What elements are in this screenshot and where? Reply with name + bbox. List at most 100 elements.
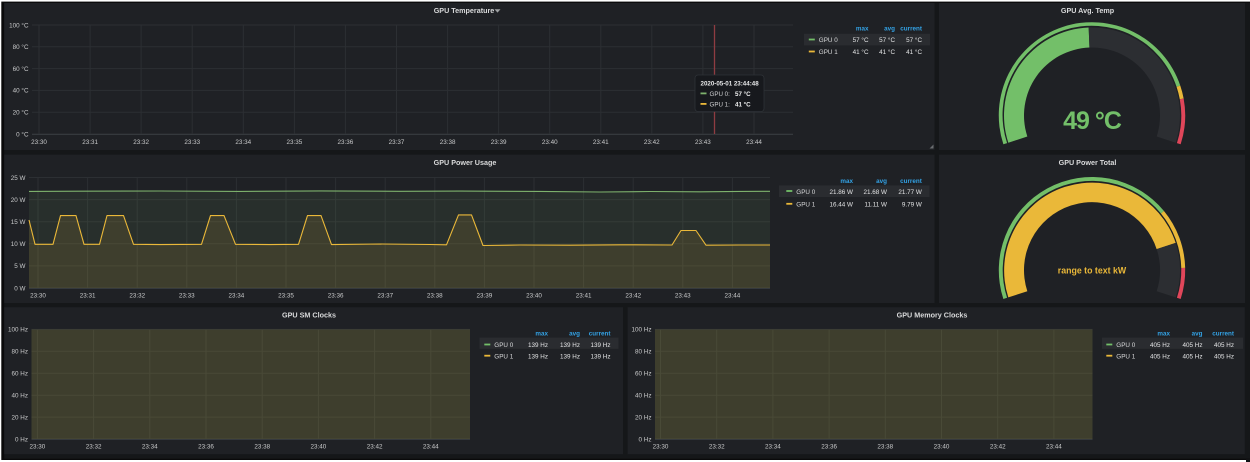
svg-text:23:42: 23:42	[990, 443, 1006, 450]
svg-text:max: max	[840, 178, 853, 185]
svg-text:23:39: 23:39	[491, 139, 507, 146]
svg-text:23:44: 23:44	[1046, 443, 1062, 450]
svg-text:60 Hz: 60 Hz	[12, 371, 28, 378]
svg-text:57 °C: 57 °C	[735, 91, 751, 98]
svg-text:GPU 1: GPU 1	[494, 353, 513, 360]
svg-text:avg: avg	[884, 25, 895, 32]
svg-text:23:36: 23:36	[821, 443, 837, 450]
svg-text:21.77 W: 21.77 W	[898, 189, 922, 196]
svg-text:139 Hz: 139 Hz	[591, 353, 611, 360]
svg-text:23:38: 23:38	[877, 443, 893, 450]
svg-text:23:42: 23:42	[644, 139, 660, 146]
svg-text:25 W: 25 W	[11, 175, 26, 182]
svg-text:max: max	[1157, 331, 1170, 338]
svg-text:avg: avg	[1192, 331, 1203, 338]
svg-text:139 Hz: 139 Hz	[591, 342, 611, 349]
svg-text:60 °C: 60 °C	[13, 65, 29, 73]
svg-text:GPU 0: GPU 0	[796, 189, 815, 196]
svg-text:405 Hz: 405 Hz	[1214, 342, 1234, 349]
svg-text:139 Hz: 139 Hz	[528, 342, 548, 349]
svg-text:23:33: 23:33	[184, 139, 200, 146]
svg-text:23:43: 23:43	[695, 139, 711, 146]
svg-text:23:37: 23:37	[377, 292, 393, 299]
svg-text:23:32: 23:32	[709, 443, 725, 450]
svg-text:0 °C: 0 °C	[16, 130, 29, 138]
svg-text:23:30: 23:30	[31, 139, 47, 146]
svg-text:GPU 1: GPU 1	[796, 202, 815, 209]
svg-text:80 Hz: 80 Hz	[635, 349, 651, 356]
svg-text:20 Hz: 20 Hz	[635, 414, 651, 421]
svg-text:GPU Memory Clocks: GPU Memory Clocks	[897, 310, 968, 319]
svg-text:40 °C: 40 °C	[13, 87, 29, 95]
svg-text:60 Hz: 60 Hz	[635, 371, 651, 378]
svg-text:139 Hz: 139 Hz	[528, 353, 548, 360]
svg-text:405 Hz: 405 Hz	[1150, 353, 1170, 360]
svg-text:23:38: 23:38	[427, 292, 443, 299]
svg-text:23:30: 23:30	[30, 443, 46, 450]
svg-text:23:35: 23:35	[278, 292, 294, 299]
svg-text:23:32: 23:32	[86, 443, 102, 450]
svg-text:23:30: 23:30	[30, 292, 46, 299]
svg-text:max: max	[535, 331, 548, 338]
svg-text:23:35: 23:35	[287, 139, 303, 146]
svg-text:405 Hz: 405 Hz	[1214, 353, 1234, 360]
svg-text:57 °C: 57 °C	[906, 36, 922, 44]
svg-text:0 Hz: 0 Hz	[15, 436, 28, 443]
svg-text:23:38: 23:38	[440, 139, 456, 146]
svg-text:23:32: 23:32	[133, 139, 149, 146]
svg-text:GPU Avg. Temp: GPU Avg. Temp	[1061, 6, 1115, 15]
svg-text:20 W: 20 W	[11, 197, 26, 204]
svg-text:23:44: 23:44	[423, 443, 439, 450]
svg-text:23:36: 23:36	[198, 443, 214, 450]
svg-text:100 Hz: 100 Hz	[8, 327, 28, 334]
svg-text:23:34: 23:34	[229, 292, 245, 299]
svg-text:0 Hz: 0 Hz	[639, 436, 652, 443]
svg-text:current: current	[589, 331, 612, 338]
svg-text:avg: avg	[876, 178, 887, 185]
svg-text:57 °C: 57 °C	[853, 36, 869, 44]
svg-text:avg: avg	[569, 331, 580, 338]
svg-text:GPU Temperature: GPU Temperature	[434, 6, 495, 15]
svg-text:GPU 0: GPU 0	[819, 37, 838, 44]
svg-text:23:36: 23:36	[338, 139, 354, 146]
svg-text:41 °C: 41 °C	[879, 48, 895, 56]
svg-text:23:40: 23:40	[311, 443, 327, 450]
svg-text:23:39: 23:39	[477, 292, 493, 299]
svg-text:GPU SM Clocks: GPU SM Clocks	[282, 310, 336, 319]
svg-text:0 W: 0 W	[14, 285, 25, 292]
svg-text:GPU 1:: GPU 1:	[710, 101, 731, 108]
svg-text:23:44: 23:44	[725, 292, 741, 299]
svg-text:11.11 W: 11.11 W	[864, 202, 887, 209]
svg-text:40 Hz: 40 Hz	[635, 393, 651, 400]
svg-text:23:40: 23:40	[542, 139, 558, 146]
svg-text:139 Hz: 139 Hz	[560, 342, 580, 349]
svg-text:5 W: 5 W	[14, 263, 25, 270]
svg-text:23:34: 23:34	[765, 443, 781, 450]
svg-text:405 Hz: 405 Hz	[1183, 353, 1203, 360]
svg-text:23:37: 23:37	[389, 139, 405, 146]
svg-text:23:36: 23:36	[328, 292, 344, 299]
svg-text:20 Hz: 20 Hz	[12, 414, 28, 421]
svg-text:range to text kW: range to text kW	[1058, 266, 1127, 276]
svg-text:41 °C: 41 °C	[906, 48, 922, 56]
svg-text:GPU Power Usage: GPU Power Usage	[434, 158, 497, 167]
svg-text:23:34: 23:34	[235, 139, 251, 146]
svg-text:23:30: 23:30	[653, 443, 669, 450]
svg-text:current: current	[1212, 331, 1235, 338]
svg-text:23:31: 23:31	[80, 292, 96, 299]
svg-text:80 Hz: 80 Hz	[12, 349, 28, 356]
svg-text:21.68 W: 21.68 W	[864, 189, 888, 196]
svg-text:23:44: 23:44	[746, 139, 762, 146]
svg-text:49 °C: 49 °C	[1063, 107, 1122, 135]
svg-text:100 Hz: 100 Hz	[632, 327, 652, 334]
svg-text:9.79 W: 9.79 W	[902, 202, 922, 209]
svg-text:41 °C: 41 °C	[735, 101, 751, 108]
svg-text:139 Hz: 139 Hz	[560, 353, 580, 360]
svg-text:23:43: 23:43	[675, 292, 691, 299]
svg-text:2020-05-01 23:44:48: 2020-05-01 23:44:48	[701, 81, 760, 88]
svg-text:16.44 W: 16.44 W	[830, 202, 854, 209]
svg-text:23:31: 23:31	[82, 139, 98, 146]
svg-text:GPU 1: GPU 1	[1116, 353, 1135, 360]
svg-text:GPU 0:: GPU 0:	[710, 91, 731, 98]
svg-text:41 °C: 41 °C	[853, 48, 869, 56]
